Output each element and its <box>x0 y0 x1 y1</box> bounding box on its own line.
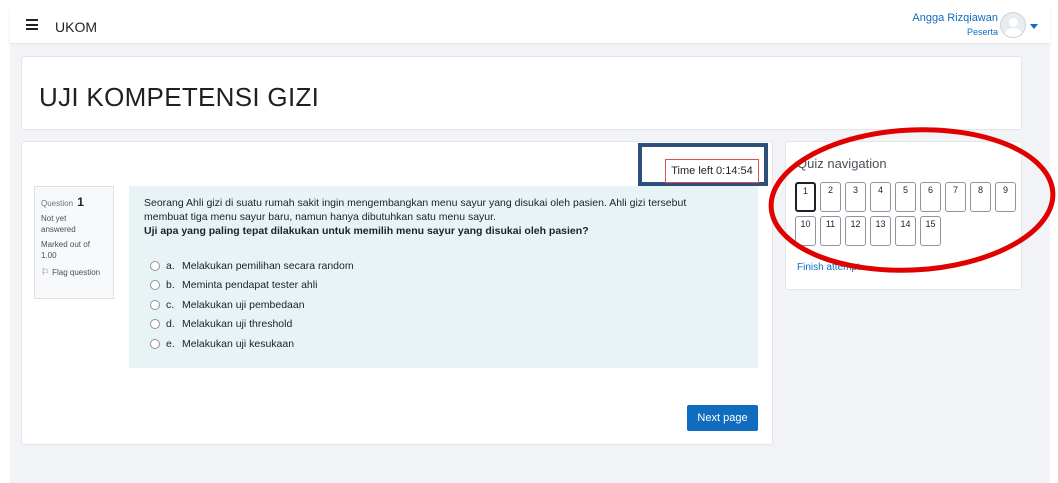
answer-option-b[interactable]: b. Meminta pendapat tester ahli <box>144 276 743 296</box>
quiz-nav-button-9[interactable]: 9 <box>995 182 1016 212</box>
quiz-navigation-title: Quiz navigation <box>797 156 887 171</box>
answer-option-c[interactable]: c. Melakukan uji pembedaan <box>144 295 743 315</box>
quiz-nav-button-11[interactable]: 11 <box>820 216 841 246</box>
quiz-nav-button-5[interactable]: 5 <box>895 182 916 212</box>
question-prompt: Uji apa yang paling tepat dilakukan untu… <box>144 225 589 237</box>
quiz-timer: Time left 0:14:54 <box>665 159 759 183</box>
quiz-nav-button-12[interactable]: 12 <box>845 216 866 246</box>
radio-button[interactable] <box>150 260 160 271</box>
question-info: Question 1 Not yet answered Marked out o… <box>34 186 114 299</box>
finish-attempt-link[interactable]: Finish attempt ... <box>797 262 871 273</box>
quiz-nav-button-10[interactable]: 10 <box>795 216 816 246</box>
top-navbar: UKOM Angga Rizqiawan Peserta <box>10 8 1050 44</box>
radio-button[interactable] <box>150 338 160 349</box>
radio-button[interactable] <box>150 299 160 310</box>
quiz-nav-button-8[interactable]: 8 <box>970 182 991 212</box>
question-state: Not yet answered <box>41 214 76 234</box>
flag-icon: ⚐ <box>41 267 50 277</box>
answer-option-a[interactable]: a. Melakukan pemilihan secara random <box>144 256 743 276</box>
question-text: Seorang Ahli gizi di suatu rumah sakit i… <box>144 197 687 223</box>
chevron-down-icon[interactable] <box>1030 24 1038 29</box>
radio-button[interactable] <box>150 319 160 330</box>
quiz-nav-button-15[interactable]: 15 <box>920 216 941 246</box>
page-title: UJI KOMPETENSI GIZI <box>39 82 320 112</box>
answer-list: a. Melakukan pemilihan secara random b. Me… <box>144 256 743 354</box>
quiz-nav-button-14[interactable]: 14 <box>895 216 916 246</box>
quiz-nav-button-6[interactable]: 6 <box>920 182 941 212</box>
quiz-nav-button-2[interactable]: 2 <box>820 182 841 212</box>
site-brand[interactable]: UKOM <box>55 19 97 35</box>
hamburger-icon[interactable] <box>26 19 38 31</box>
answer-option-d[interactable]: d. Melakukan uji threshold <box>144 315 743 335</box>
quiz-nav-button-13[interactable]: 13 <box>870 216 891 246</box>
flag-question-button[interactable]: ⚐ Flag question <box>41 267 107 278</box>
user-role: Peserta <box>966 27 998 37</box>
quiz-nav-button-1[interactable]: 1 <box>795 182 816 212</box>
question-grade: Marked out of 1.00 <box>41 240 90 260</box>
quiz-nav-button-7[interactable]: 7 <box>945 182 966 212</box>
avatar[interactable] <box>1000 12 1026 38</box>
radio-button[interactable] <box>150 280 160 291</box>
quiz-nav-button-3[interactable]: 3 <box>845 182 866 212</box>
answer-option-e[interactable]: e. Melakukan uji kesukaan <box>144 334 743 354</box>
user-name[interactable]: Angga Rizqiawan <box>912 12 998 24</box>
page-header: UJI KOMPETENSI GIZI <box>21 56 1022 130</box>
question-number: Question 1 <box>41 195 84 209</box>
quiz-nav-button-4[interactable]: 4 <box>870 182 891 212</box>
quiz-navigation-block: Quiz navigation 1 2 3 4 5 6 7 8 9 10 11 … <box>785 141 1022 290</box>
next-page-button[interactable]: Next page <box>687 405 758 431</box>
question-content: Seorang Ahli gizi di suatu rumah sakit i… <box>129 186 758 368</box>
